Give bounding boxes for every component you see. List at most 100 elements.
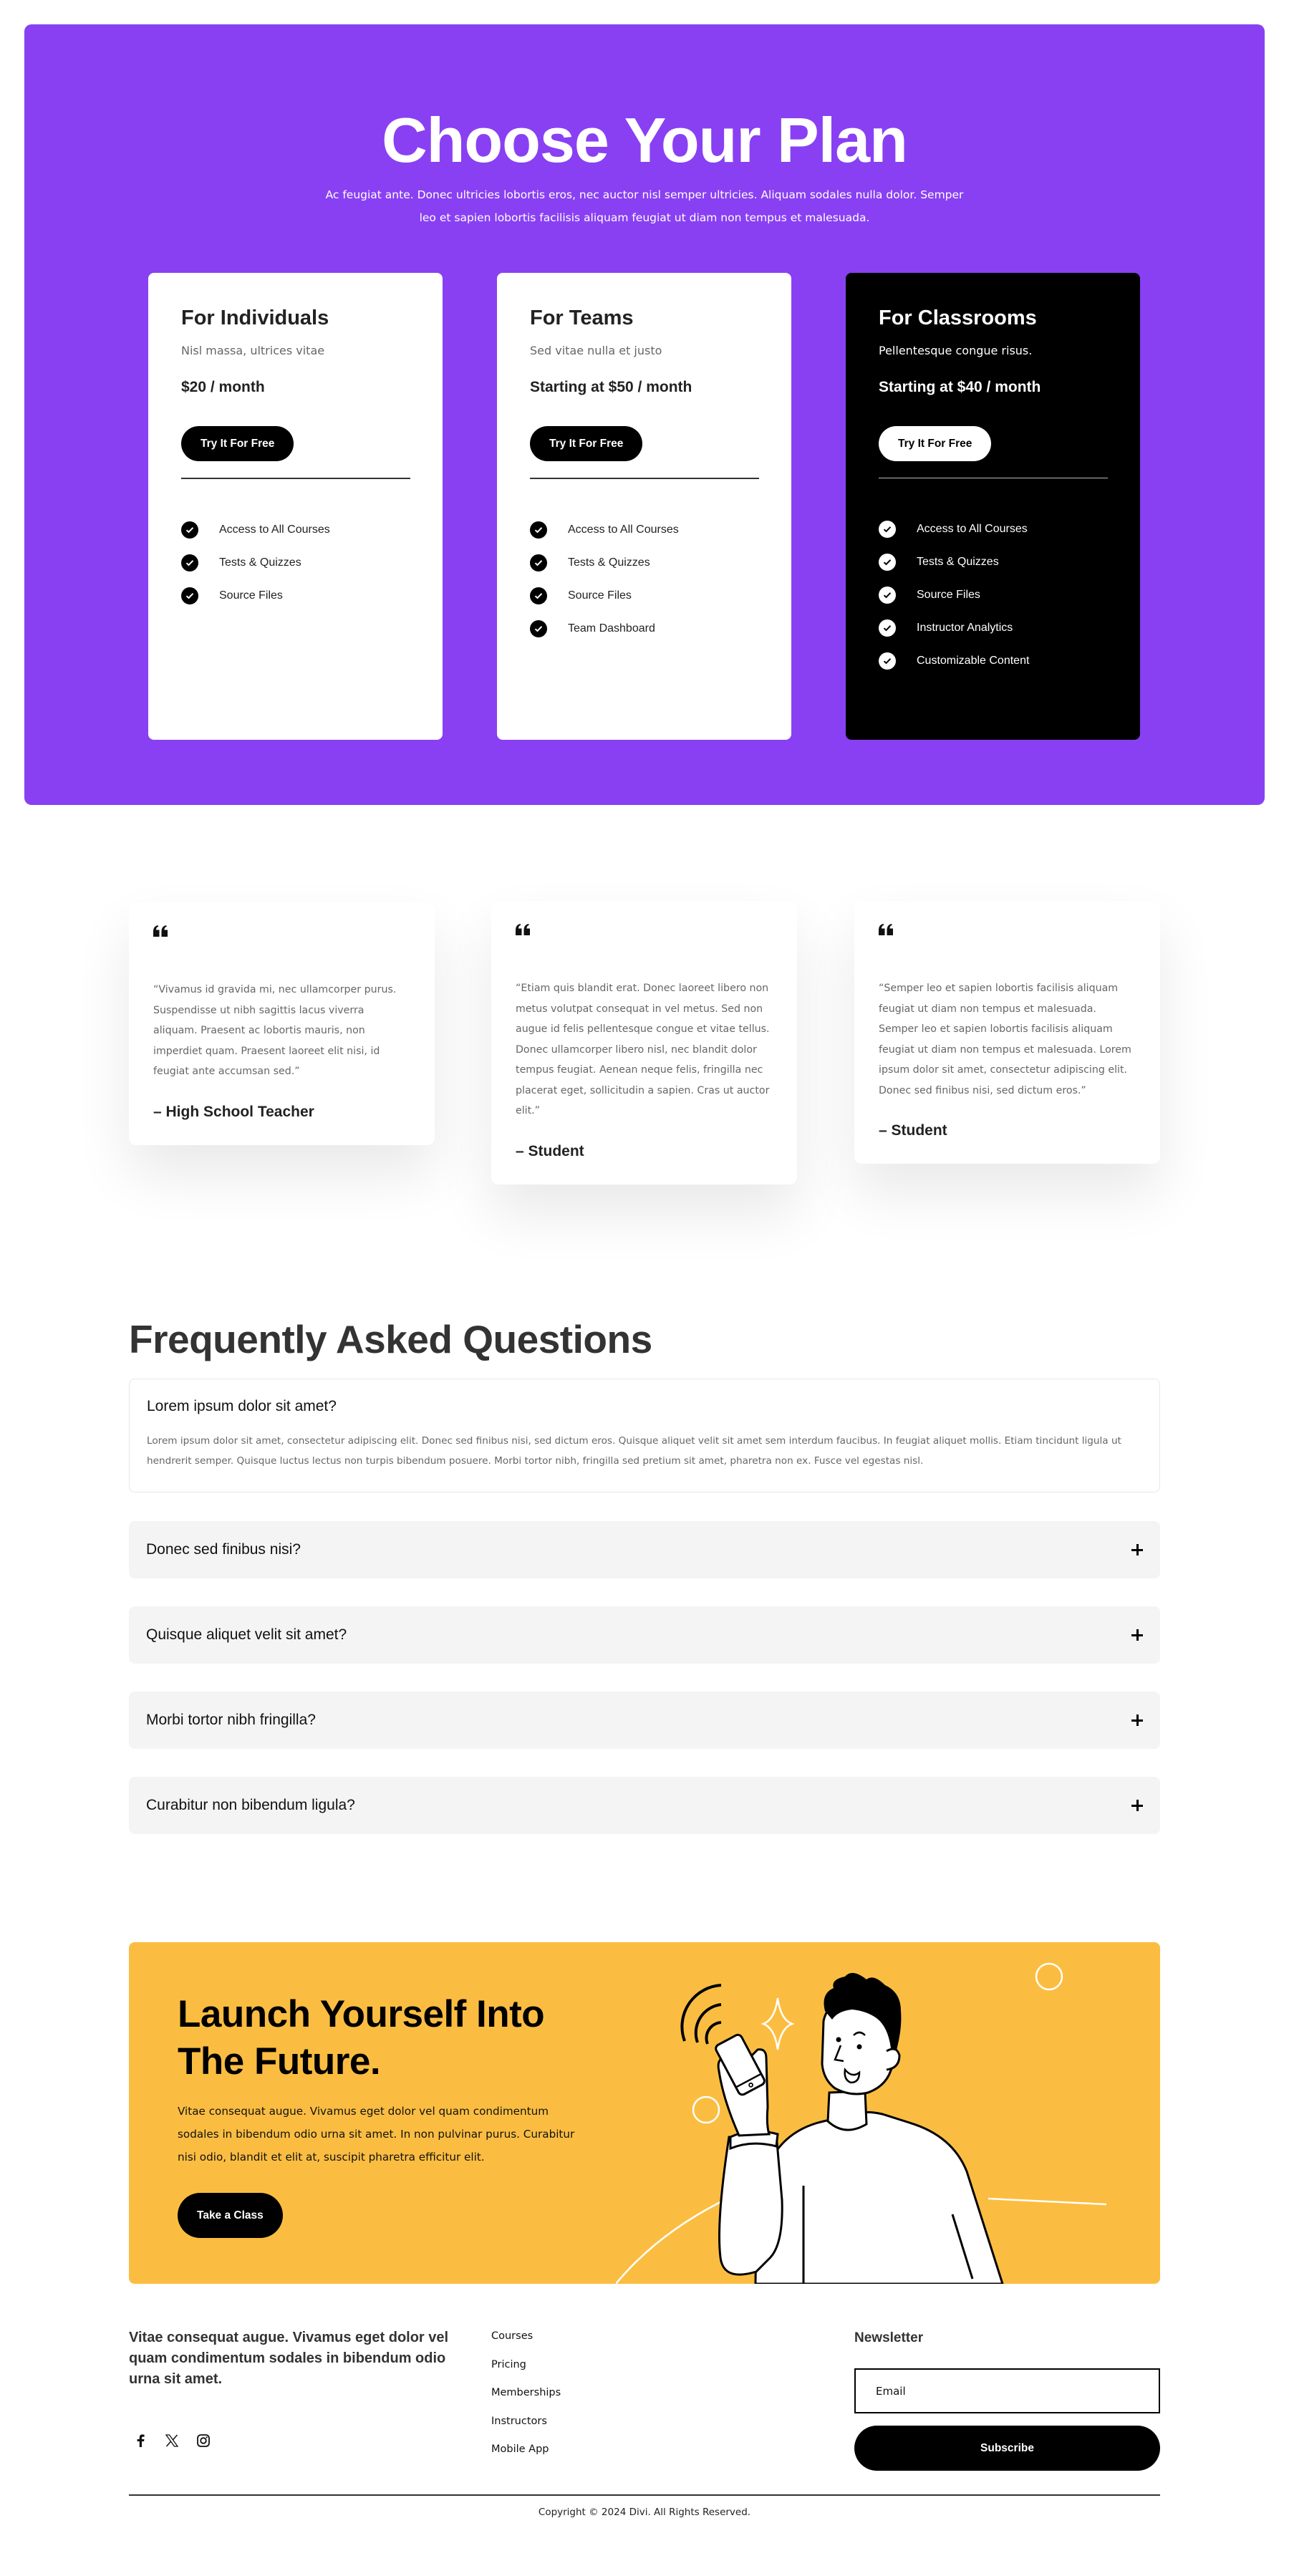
- facebook-icon[interactable]: [133, 2433, 148, 2448]
- newsletter-title: Newsletter: [854, 2330, 924, 2345]
- pricing-title: Choose Your Plan: [382, 105, 908, 175]
- feature-item: Tests & Quizzes: [181, 546, 410, 579]
- feature-label: Access to All Courses: [219, 523, 330, 536]
- feature-label: Customizable Content: [917, 654, 1030, 667]
- social-links: [133, 2433, 211, 2448]
- faq-item[interactable]: Quisque aliquet velit sit amet?: [129, 1606, 1160, 1664]
- subscribe-button[interactable]: Subscribe: [854, 2426, 1160, 2471]
- plus-icon[interactable]: [1131, 1714, 1143, 1726]
- man-holding-phone-illustration: [616, 1962, 1107, 2284]
- feature-label: Source Files: [219, 589, 283, 602]
- plan-tagline: Nisl massa, ultrices vitae: [181, 343, 325, 357]
- plan-title: For Individuals: [181, 307, 329, 329]
- faq-item-open[interactable]: Lorem ipsum dolor sit amet? Lorem ipsum …: [129, 1379, 1160, 1492]
- arm: [718, 2133, 783, 2276]
- plan-price: Starting at $40 / month: [879, 378, 1041, 395]
- plan-card-classrooms: For Classrooms Pellentesque congue risus…: [846, 273, 1140, 740]
- faq-question: Donec sed finibus nisi?: [146, 1541, 301, 1558]
- instagram-icon[interactable]: [196, 2433, 211, 2448]
- plan-title: For Classrooms: [879, 307, 1037, 329]
- check-circle-icon: [530, 619, 547, 637]
- check-circle-icon: [181, 521, 198, 539]
- feature-item: Customizable Content: [879, 645, 1107, 677]
- feature-item: Instructor Analytics: [879, 612, 1107, 645]
- faq-title: Frequently Asked Questions: [129, 1317, 652, 1361]
- decor-line: [988, 2197, 1107, 2206]
- testimonial-author: – Student: [516, 1142, 584, 1159]
- divider: [530, 477, 759, 479]
- testimonial-card: “Semper leo et sapien lobortis facilisis…: [854, 901, 1160, 1164]
- feature-label: Instructor Analytics: [917, 621, 1013, 634]
- feature-label: Tests & Quizzes: [917, 555, 999, 568]
- plan-tagline: Sed vitae nulla et justo: [530, 343, 662, 357]
- try-free-button[interactable]: Try It For Free: [879, 425, 992, 461]
- faq-question[interactable]: Lorem ipsum dolor sit amet?: [147, 1398, 1142, 1415]
- faq-item[interactable]: Curabitur non bibendum ligula?: [129, 1777, 1160, 1834]
- plan-price: Starting at $50 / month: [530, 378, 692, 395]
- feature-item: Access to All Courses: [879, 513, 1107, 546]
- footer-link-instructors[interactable]: Instructors: [491, 2416, 561, 2444]
- feature-item: Source Files: [181, 579, 410, 612]
- plan-card-teams: For Teams Sed vitae nulla et justo Start…: [497, 273, 791, 740]
- decor-circle: [1035, 1962, 1063, 1991]
- faq-question: Quisque aliquet velit sit amet?: [146, 1626, 347, 1643]
- feature-label: Tests & Quizzes: [219, 556, 301, 569]
- plan-card-individuals: For Individuals Nisl massa, ultrices vit…: [148, 273, 443, 740]
- testimonial-card: “Vivamus id gravida mi, nec ullamcorper …: [129, 902, 435, 1145]
- plus-icon[interactable]: [1131, 1800, 1143, 1811]
- footer-link-pricing[interactable]: Pricing: [491, 2359, 561, 2388]
- footer-link-mobile-app[interactable]: Mobile App: [491, 2444, 561, 2472]
- try-free-button[interactable]: Try It For Free: [530, 425, 643, 461]
- faq-item[interactable]: Morbi tortor nibh fringilla?: [129, 1692, 1160, 1749]
- feature-item: Team Dashboard: [530, 612, 758, 645]
- faq-item[interactable]: Donec sed finibus nisi?: [129, 1521, 1160, 1578]
- footer-link-memberships[interactable]: Memberships: [491, 2387, 561, 2416]
- feature-item: Access to All Courses: [181, 513, 410, 546]
- plan-price: $20 / month: [181, 378, 265, 395]
- signal-wave: [680, 1984, 722, 2042]
- ear: [886, 2047, 901, 2071]
- plan-title: For Teams: [530, 307, 634, 329]
- cta-title-line: Launch Yourself Into: [178, 1993, 545, 2035]
- take-class-button[interactable]: Take a Class: [178, 2193, 283, 2238]
- feature-label: Access to All Courses: [917, 522, 1028, 535]
- feature-item: Tests & Quizzes: [530, 546, 758, 579]
- signal-wave: [705, 2021, 722, 2045]
- testimonial-author: – Student: [879, 1122, 947, 1139]
- footer-link-courses[interactable]: Courses: [491, 2330, 561, 2359]
- newsletter-email-input[interactable]: [854, 2368, 1160, 2413]
- quote-icon: [879, 924, 1136, 952]
- testimonial-author: – High School Teacher: [153, 1103, 314, 1120]
- feature-label: Source Files: [568, 589, 632, 602]
- feature-label: Access to All Courses: [568, 523, 679, 536]
- check-circle-icon: [181, 554, 198, 571]
- feature-list: Access to All Courses Tests & Quizzes So…: [879, 513, 1107, 677]
- testimonial-text: “Etiam quis blandit erat. Donec laoreet …: [516, 983, 770, 1116]
- footer-divider: [129, 2494, 1160, 2496]
- feature-item: Source Files: [879, 579, 1107, 612]
- feature-label: Tests & Quizzes: [568, 556, 650, 569]
- neck: [826, 2090, 868, 2131]
- cta-title: Launch Yourself Into The Future.: [178, 1991, 545, 2085]
- feature-item: Access to All Courses: [530, 513, 758, 546]
- testimonial-text: “Vivamus id gravida mi, nec ullamcorper …: [153, 984, 397, 1077]
- testimonial-card: “Etiam quis blandit erat. Donec laoreet …: [491, 901, 797, 1185]
- cta-banner: Launch Yourself Into The Future. Vitae c…: [129, 1942, 1160, 2284]
- feature-list: Access to All Courses Tests & Quizzes So…: [530, 513, 758, 645]
- faq-question: Curabitur non bibendum ligula?: [146, 1797, 355, 1813]
- check-circle-icon: [879, 553, 896, 571]
- feature-list: Access to All Courses Tests & Quizzes So…: [181, 513, 410, 612]
- footer-about: Vitae consequat augue. Vivamus eget dolo…: [129, 2330, 449, 2387]
- plan-tagline: Pellentesque congue risus.: [879, 343, 1033, 357]
- plus-icon[interactable]: [1131, 1544, 1143, 1555]
- faq-question: Morbi tortor nibh fringilla?: [146, 1712, 316, 1728]
- plus-icon[interactable]: [1131, 1629, 1143, 1641]
- footer-links: Courses Pricing Memberships Instructors …: [491, 2330, 561, 2472]
- try-free-button[interactable]: Try It For Free: [181, 425, 294, 461]
- feature-label: Team Dashboard: [568, 622, 655, 635]
- feature-item: Tests & Quizzes: [879, 546, 1107, 579]
- testimonial-text: “Semper leo et sapien lobortis facilisis…: [879, 983, 1131, 1096]
- x-icon[interactable]: [165, 2433, 179, 2448]
- quote-icon: [516, 924, 773, 952]
- check-circle-icon: [879, 652, 896, 670]
